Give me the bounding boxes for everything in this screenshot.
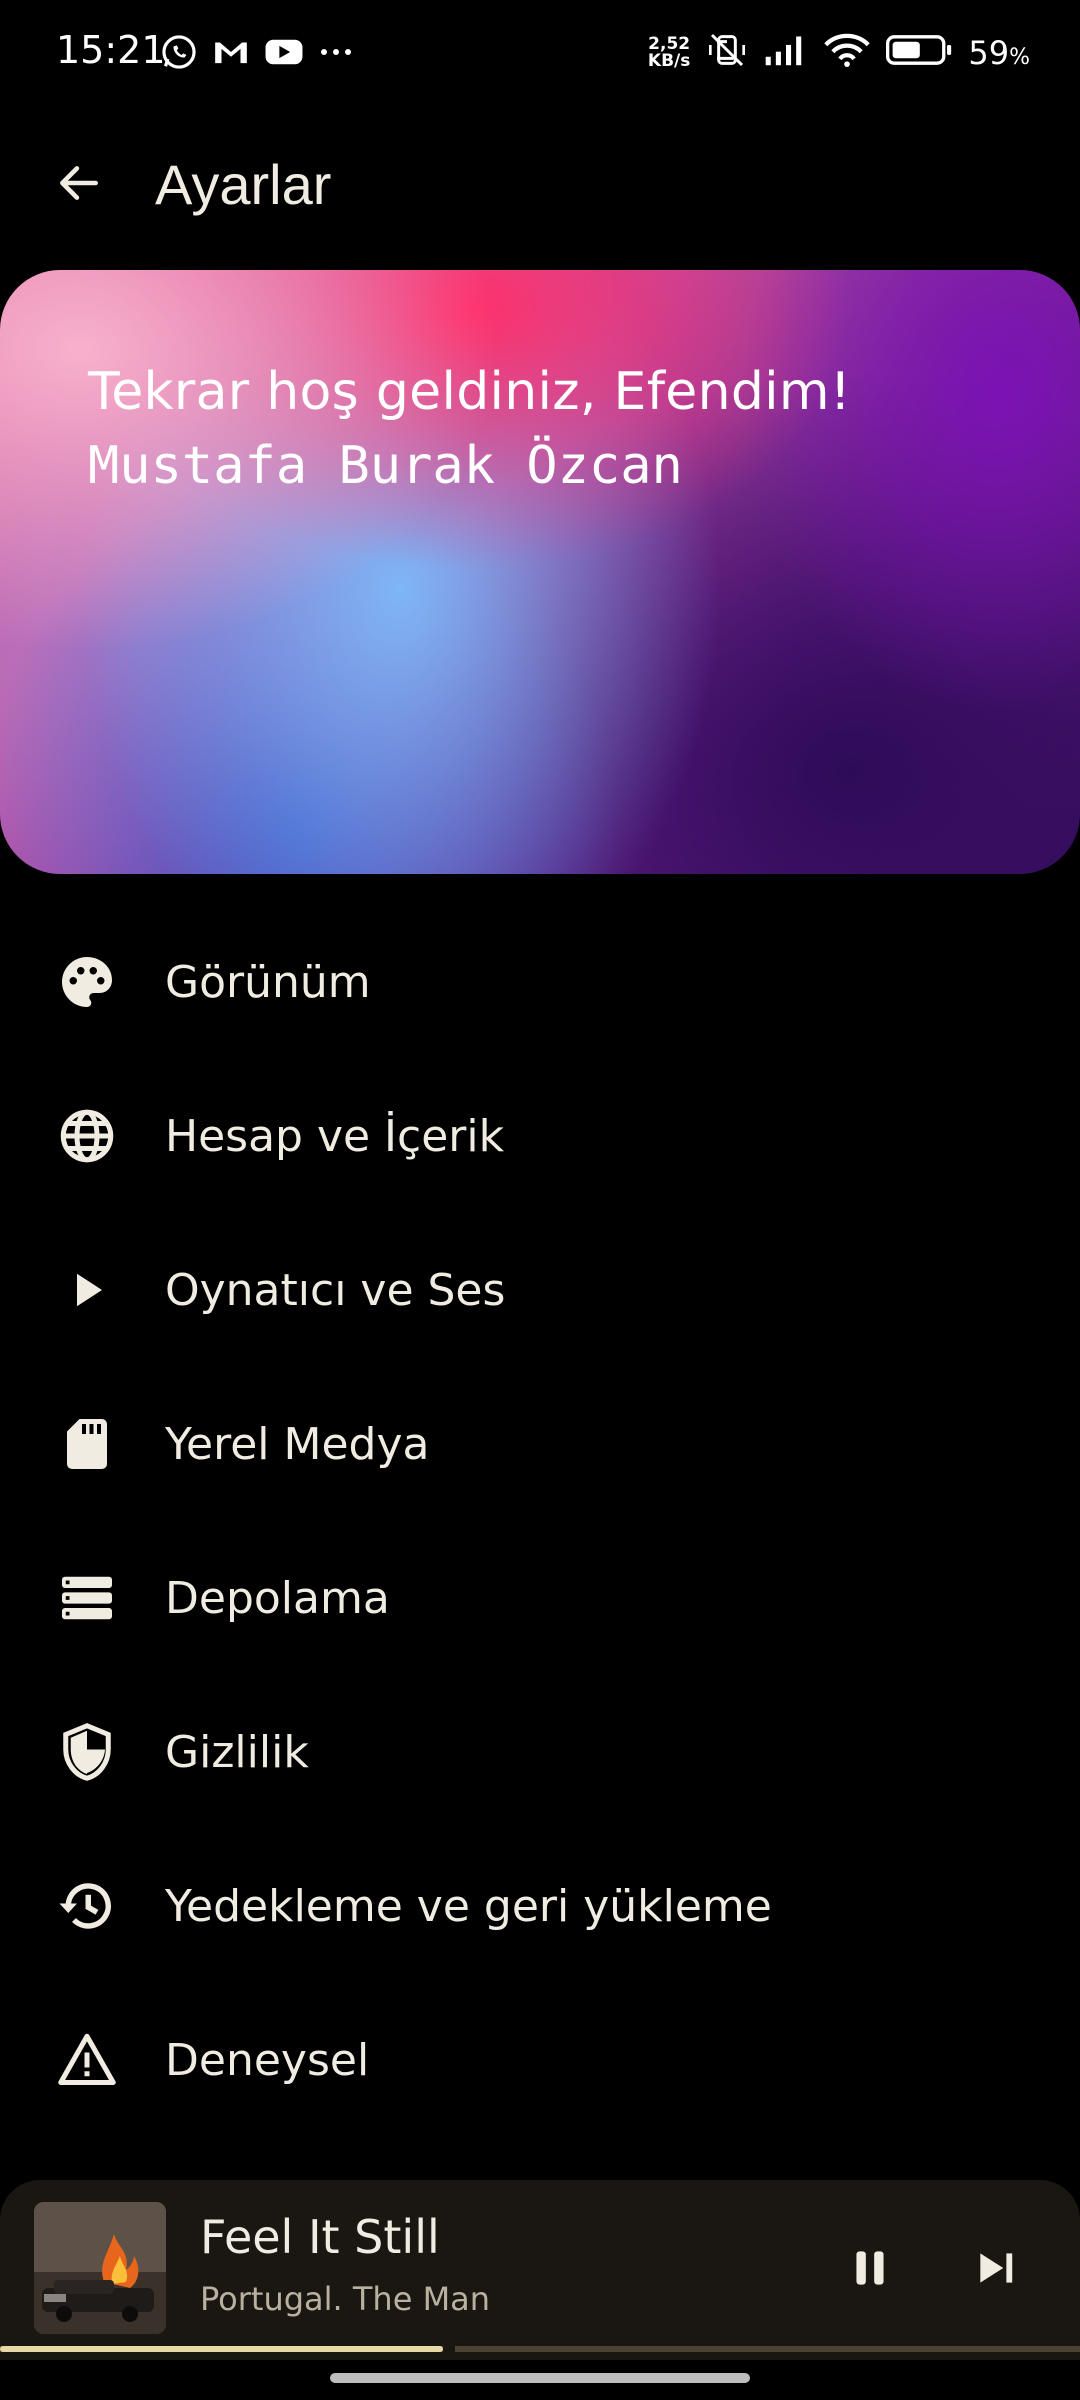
mini-player[interactable]: Feel It Still Portugal. The Man — [0, 2180, 1080, 2360]
arrow-left-icon — [54, 158, 104, 213]
youtube-icon — [264, 33, 304, 76]
welcome-greeting: Tekrar hoş geldiniz, Efendim! — [88, 362, 852, 422]
setting-label: Hesap ve İçerik — [165, 1110, 505, 1162]
welcome-banner: Tekrar hoş geldiniz, Efendim! Mustafa Bu… — [0, 270, 1080, 874]
setting-storage[interactable]: Depolama — [0, 1521, 1080, 1675]
gesture-navigation-handle[interactable] — [330, 2373, 750, 2383]
setting-local-media[interactable]: Yerel Medya — [0, 1367, 1080, 1521]
setting-backup-restore[interactable]: Yedekleme ve geri yükleme — [0, 1829, 1080, 1983]
back-button[interactable] — [44, 150, 114, 220]
signal-icon — [764, 33, 808, 72]
status-bar: 15:21 2,52 KB/s 59% — [0, 0, 1080, 110]
track-title: Feel It Still — [200, 2210, 440, 2264]
skip-next-icon — [972, 2243, 1022, 2298]
palette-icon — [56, 951, 118, 1013]
battery-percent: 59% — [968, 34, 1030, 72]
next-button[interactable] — [962, 2235, 1032, 2305]
playback-progress-bar[interactable] — [0, 2344, 1080, 2354]
app-bar: Ayarlar — [0, 130, 1080, 240]
storage-icon — [56, 1567, 118, 1629]
battery-percent-unit: % — [1009, 44, 1030, 70]
setting-label: Deneysel — [165, 2034, 370, 2086]
network-speed-unit: KB/s — [647, 50, 691, 71]
setting-privacy[interactable]: Gizlilik — [0, 1675, 1080, 1829]
setting-label: Görünüm — [165, 956, 371, 1008]
battery-percent-value: 59 — [968, 33, 1010, 72]
setting-label: Yedekleme ve geri yükleme — [165, 1880, 772, 1932]
setting-experimental[interactable]: Deneysel — [0, 1983, 1080, 2137]
network-speed-value: 2,52 — [648, 33, 691, 54]
settings-list: Görünüm Hesap ve İçerik Oynatıcı ve Ses … — [0, 905, 1080, 2137]
setting-appearance[interactable]: Görünüm — [0, 905, 1080, 1059]
setting-player-audio[interactable]: Oynatıcı ve Ses — [0, 1213, 1080, 1367]
setting-account-content[interactable]: Hesap ve İçerik — [0, 1059, 1080, 1213]
notification-icons — [160, 33, 354, 76]
history-icon — [56, 1875, 118, 1937]
setting-label: Depolama — [165, 1572, 390, 1624]
track-artist: Portugal. The Man — [200, 2280, 491, 2318]
play-icon — [56, 1259, 118, 1321]
globe-icon — [56, 1105, 118, 1167]
album-art[interactable] — [34, 2202, 166, 2334]
wifi-icon — [824, 32, 871, 73]
pause-button[interactable] — [835, 2235, 905, 2305]
shield-icon — [56, 1721, 118, 1783]
whatsapp-icon — [160, 33, 198, 76]
user-name: Mustafa Burak Özcan — [88, 436, 683, 496]
more-dots-icon — [318, 33, 354, 76]
setting-label: Gizlilik — [165, 1726, 309, 1778]
gmail-icon — [212, 33, 250, 76]
network-speed: 2,52 KB/s — [647, 33, 691, 71]
setting-label: Yerel Medya — [165, 1418, 430, 1470]
pause-icon — [845, 2243, 895, 2298]
vibrate-off-icon — [706, 30, 748, 75]
battery-icon — [886, 33, 952, 72]
sd-card-icon — [56, 1413, 118, 1475]
status-right: 2,52 KB/s 59% — [648, 30, 1030, 75]
playback-progress-thumb-gap — [443, 2344, 455, 2354]
playback-progress-fill — [0, 2346, 443, 2352]
warning-icon — [56, 2029, 118, 2091]
status-time: 15:21 — [56, 28, 166, 72]
page-title: Ayarlar — [155, 153, 332, 216]
setting-label: Oynatıcı ve Ses — [165, 1264, 506, 1316]
